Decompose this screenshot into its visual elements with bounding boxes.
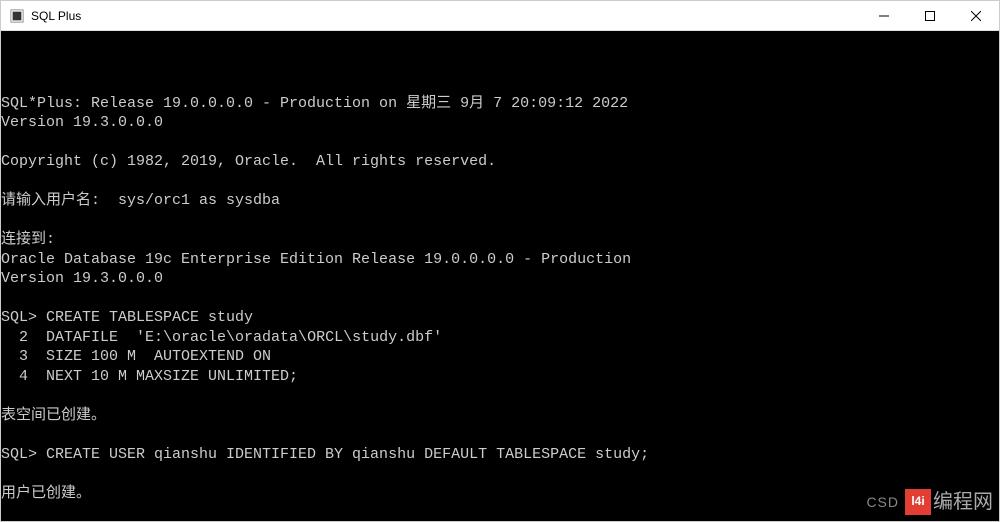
terminal-output: SQL*Plus: Release 19.0.0.0.0 - Productio…	[1, 74, 999, 521]
terminal-area[interactable]: SQL*Plus: Release 19.0.0.0.0 - Productio…	[1, 31, 999, 521]
watermark: CSD l4i 编程网	[866, 489, 993, 515]
app-icon	[9, 8, 25, 24]
window-controls	[861, 1, 999, 30]
app-window: SQL Plus SQL*Plus: Release 19.0.0.0.0 - …	[0, 0, 1000, 522]
titlebar-left: SQL Plus	[1, 8, 81, 24]
close-button[interactable]	[953, 1, 999, 30]
watermark-prefix: CSD	[866, 493, 899, 511]
watermark-logo: l4i	[905, 489, 931, 515]
watermark-text: 编程网	[933, 489, 993, 515]
titlebar[interactable]: SQL Plus	[1, 1, 999, 31]
maximize-button[interactable]	[907, 1, 953, 30]
window-title: SQL Plus	[31, 9, 81, 23]
minimize-button[interactable]	[861, 1, 907, 30]
